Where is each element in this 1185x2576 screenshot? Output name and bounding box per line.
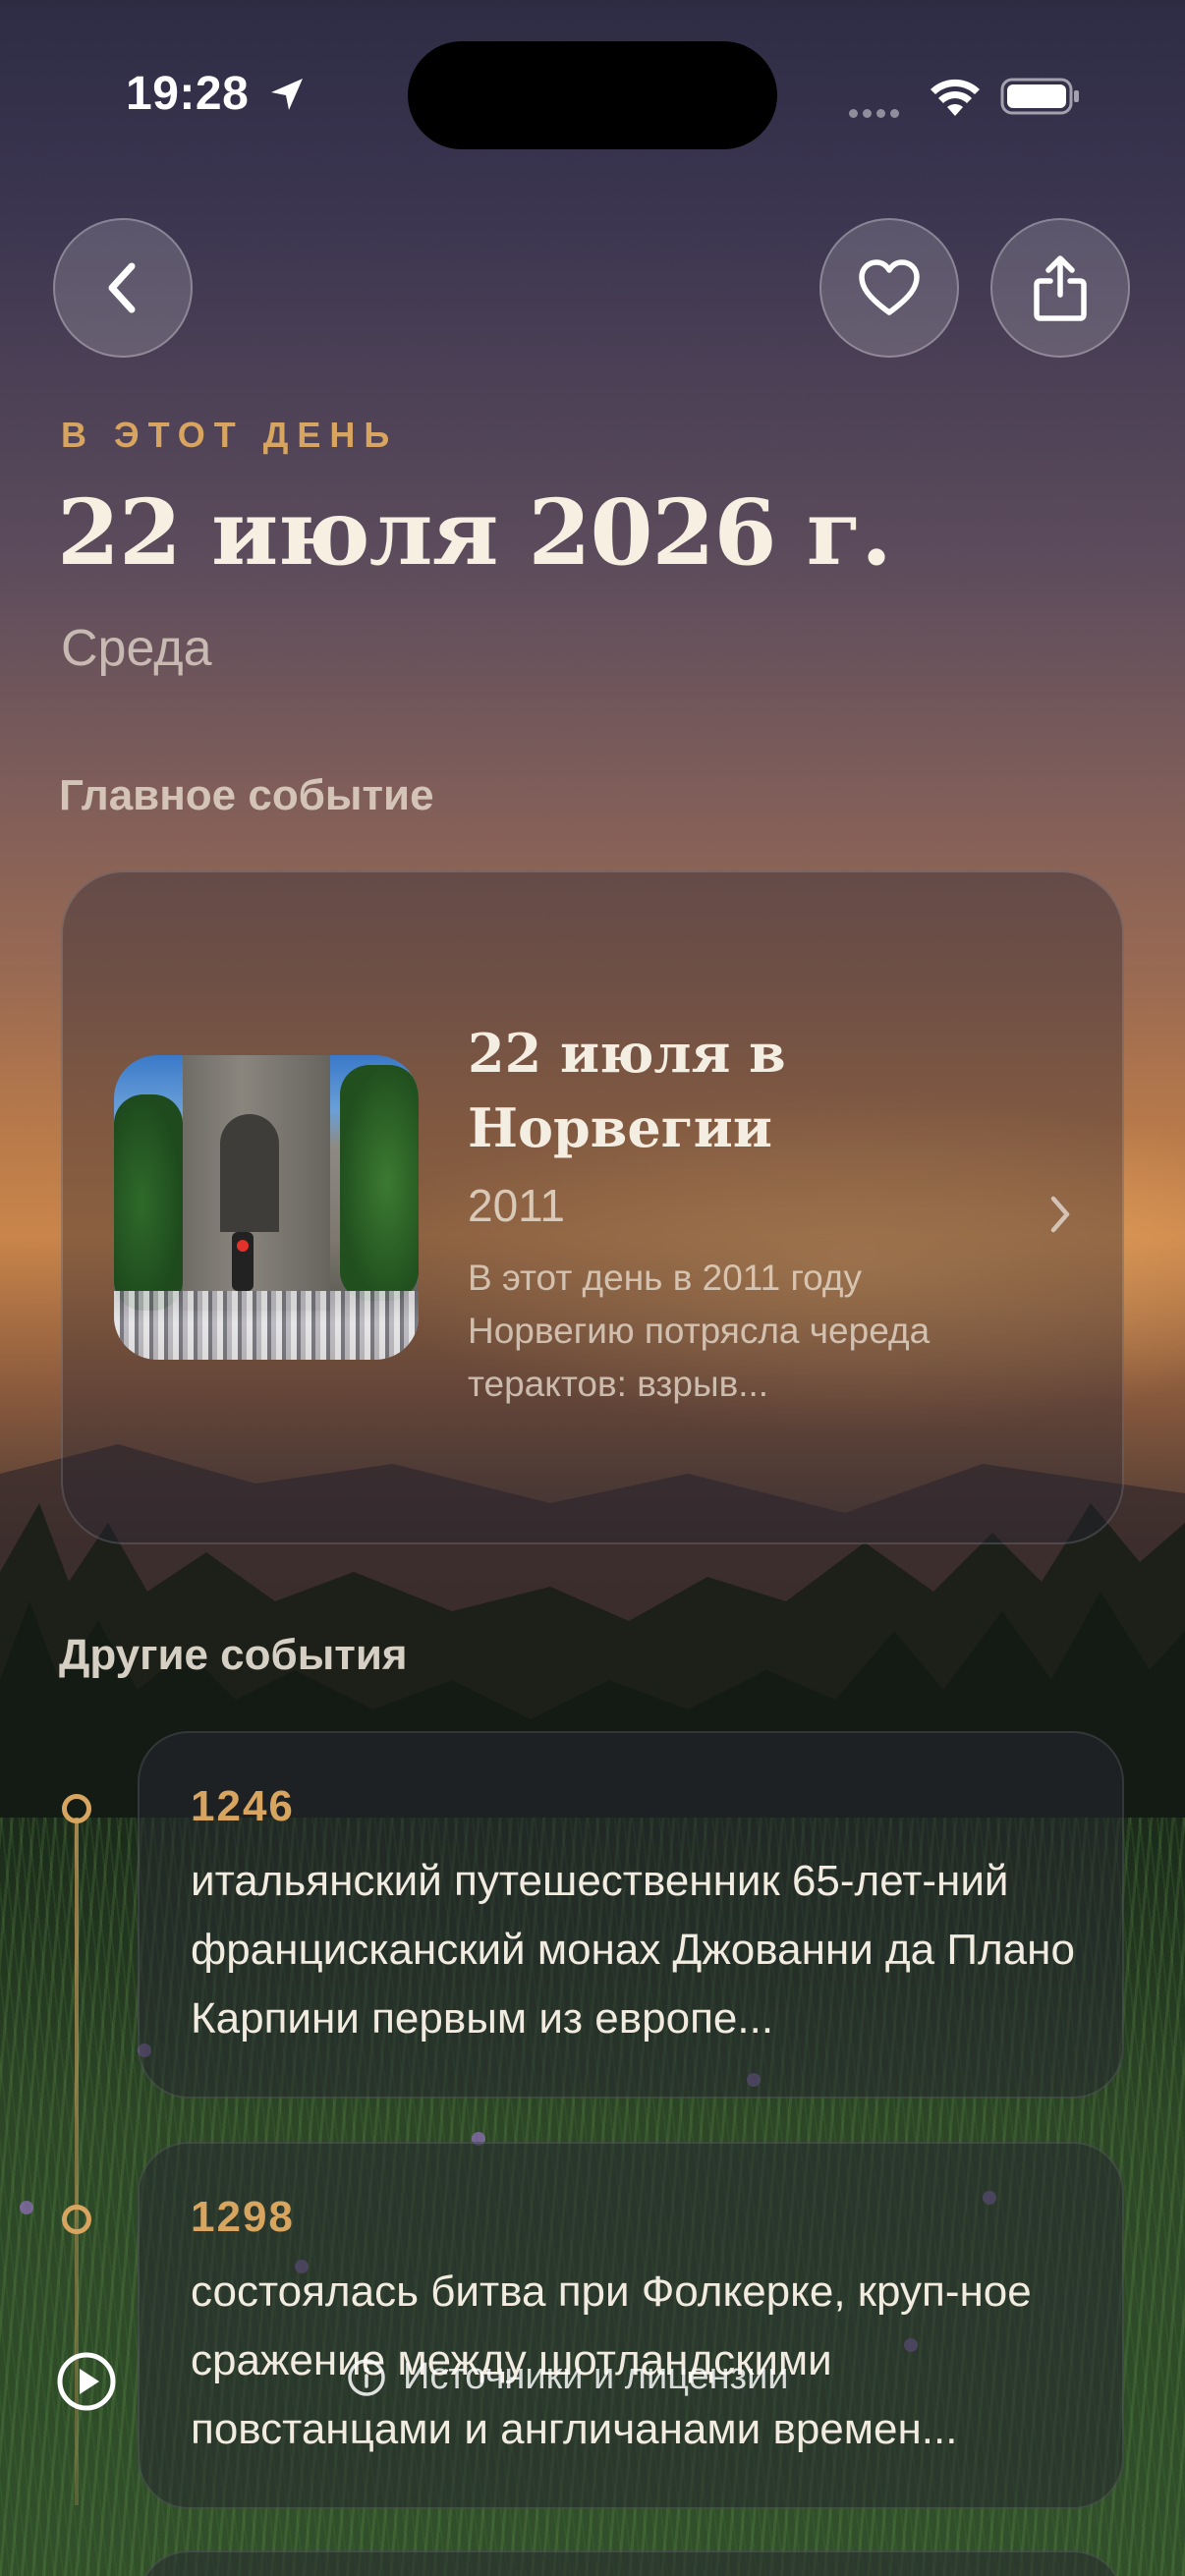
event-year: 1298 <box>191 2193 295 2241</box>
sources-licenses-link[interactable]: Источники и лицензии <box>346 2356 789 2398</box>
event-card[interactable]: 1246 итальянский путешественник 65-лет-н… <box>138 1731 1124 2099</box>
location-arrow-icon <box>271 79 303 110</box>
info-icon <box>348 2358 385 2396</box>
main-event-heading: Главное событие <box>59 771 434 819</box>
favorite-button[interactable] <box>819 218 959 358</box>
page-title-date: 22 июля 2026 г. <box>57 479 892 586</box>
status-time: 19:28 <box>126 68 250 120</box>
weekday-label: Среда <box>61 620 212 677</box>
timeline-dot <box>62 1794 91 1823</box>
featured-event-description: В этот день в 2011 году Норвегию потрясл… <box>468 1258 931 1404</box>
event-card[interactable]: 1298 состоялась битва при Фолкерке, круп… <box>138 2142 1124 2509</box>
battery-icon <box>1000 78 1079 115</box>
featured-event-title: 22 июля в Норвегии <box>468 1022 786 1159</box>
play-icon[interactable] <box>55 2350 118 2413</box>
share-button[interactable] <box>990 218 1130 358</box>
other-events-heading: Другие события <box>59 1631 408 1679</box>
status-bar: 19:28 <box>0 0 1185 187</box>
share-icon <box>1034 255 1087 321</box>
dynamic-island <box>408 41 777 149</box>
event-year: 1246 <box>191 1782 295 1830</box>
event-thumbnail <box>114 1055 419 1360</box>
event-card[interactable] <box>138 2550 1124 2576</box>
timeline-dot <box>62 2205 91 2234</box>
chevron-left-icon <box>108 262 136 313</box>
chevron-right-icon <box>1050 1196 1070 1233</box>
sources-label: Источники и лицензии <box>403 2356 789 2397</box>
back-button[interactable] <box>53 218 193 358</box>
heart-icon <box>859 259 920 315</box>
featured-event-card[interactable]: 22 июля в Норвегии 2011 В этот день в 20… <box>61 870 1124 1544</box>
eyebrow-label: В ЭТОТ ДЕНЬ <box>61 415 399 455</box>
event-text: итальянский путешественник 65-лет-ний фр… <box>191 1857 1075 2043</box>
wifi-icon <box>931 79 980 116</box>
cellular-signal-icon <box>849 103 904 122</box>
featured-event-year: 2011 <box>468 1180 565 1231</box>
